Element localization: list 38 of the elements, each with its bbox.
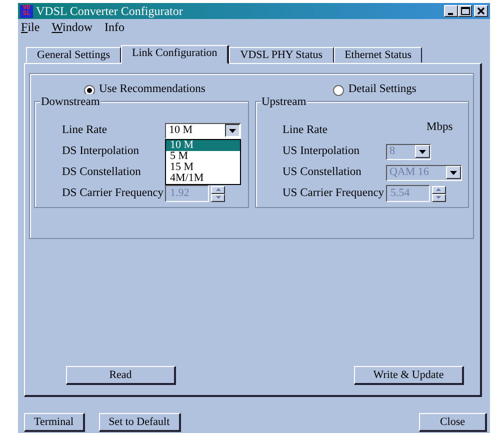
menu-item[interactable]: File <box>21 18 40 36</box>
down-arrow-icon <box>216 196 220 199</box>
footer-button[interactable]: Set to Default <box>98 413 181 432</box>
dropdown-option[interactable]: 15 M <box>166 162 240 172</box>
close-icon <box>477 7 485 15</box>
action-button[interactable]: Write & Update <box>354 366 464 385</box>
close-button[interactable] <box>474 5 488 17</box>
close-button[interactable]: Close <box>419 413 487 432</box>
field-label: US Carrier Frequency <box>282 186 386 201</box>
action-button[interactable]: Read <box>66 366 176 385</box>
field-label: US Constellation <box>282 164 362 180</box>
menu-item[interactable]: Info <box>104 18 125 36</box>
footer-button[interactable]: Terminal <box>24 413 85 432</box>
menu-item[interactable]: Window <box>52 18 93 36</box>
dropdown-option[interactable]: 4M/1M <box>166 172 240 184</box>
tab[interactable]: Ethernet Status <box>334 47 422 63</box>
field-label: DS Constellation <box>62 164 142 180</box>
up-arrow-icon <box>436 188 441 191</box>
dropdown-option[interactable]: 5 M <box>166 150 240 162</box>
window-title: VDSL Converter Configurator <box>36 3 184 20</box>
minimize-button[interactable] <box>444 5 458 17</box>
tab[interactable]: Link Configuration <box>121 45 230 64</box>
tab[interactable]: VDSL PHY Status <box>229 47 334 63</box>
field-label: Line Rate <box>62 122 108 138</box>
up-arrow-icon <box>216 188 220 191</box>
maximize-button[interactable] <box>458 5 472 17</box>
spin-up-button[interactable] <box>211 186 225 194</box>
tab[interactable]: General Settings <box>26 47 122 63</box>
spin-up-button[interactable] <box>432 186 446 194</box>
radio-option[interactable]: Detail Settings <box>333 81 416 99</box>
down-arrow-icon <box>436 196 441 199</box>
unit-label: Mbps <box>426 120 453 135</box>
maximize-icon <box>460 7 470 15</box>
field-label: Line Rate <box>282 122 329 138</box>
dropdown-option[interactable]: 10 M <box>166 140 240 150</box>
field-label: DS Interpolation <box>62 144 140 159</box>
field-label: US Interpolation <box>282 144 360 159</box>
field-label: DS Carrier Frequency <box>62 186 165 201</box>
